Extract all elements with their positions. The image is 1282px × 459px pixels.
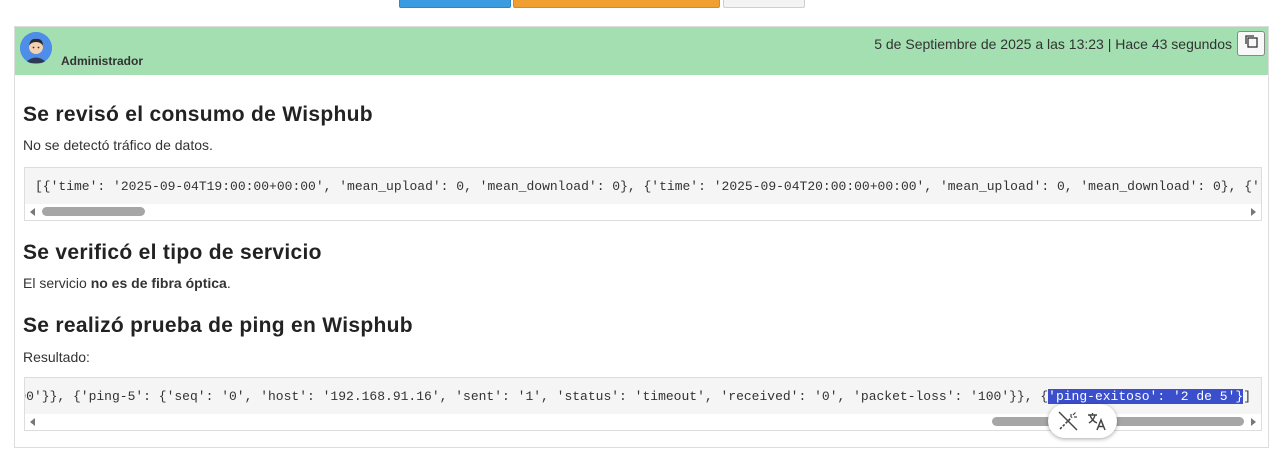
ping-code-selected: 'ping-exitoso': '2 de 5'} (1048, 389, 1244, 404)
comment-card: Administrador 5 de Septiembre de 2025 a … (14, 26, 1269, 448)
scroll-thumb[interactable] (42, 207, 145, 216)
magic-wand-icon[interactable] (1057, 410, 1079, 432)
author-name: Administrador (61, 54, 144, 68)
avatar-icon (20, 32, 52, 64)
top-button-warning[interactable] (513, 0, 720, 8)
copy-button[interactable] (1237, 31, 1265, 56)
section-text-ping: Resultado: (23, 349, 90, 365)
scroll-thumb[interactable] (992, 417, 1244, 426)
code-text-ping: 00'}}, {'ping-5': {'seq': '0', 'host': '… (24, 389, 1251, 404)
section-text-servicio: El servicio no es de fibra óptica. (23, 275, 231, 291)
ping-code-before: 00'}}, {'ping-5': {'seq': '0', 'host': '… (24, 389, 1049, 404)
top-button-primary[interactable] (399, 0, 511, 8)
translate-icon[interactable] (1086, 410, 1108, 432)
section-title-servicio: Se verificó el tipo de servicio (23, 241, 322, 264)
code-text-consumo: [{'time': '2025-09-04T19:00:00+00:00', '… (35, 179, 1262, 194)
code-block-consumo[interactable]: [{'time': '2025-09-04T19:00:00+00:00', '… (24, 167, 1262, 221)
ping-code-after: ] (1243, 389, 1251, 404)
servicio-text-before: El servicio (23, 275, 91, 291)
section-title-consumo: Se revisó el consumo de Wisphub (23, 103, 373, 126)
top-button-default[interactable] (723, 0, 805, 8)
servicio-text-after: . (226, 275, 231, 291)
scroll-left-icon[interactable] (30, 418, 35, 426)
scroll-left-icon[interactable] (30, 208, 35, 216)
section-text-consumo: No se detectó tráfico de datos. (23, 137, 213, 153)
servicio-text-bold: no es de fibra óptica (90, 275, 227, 291)
section-title-ping: Se realizó prueba de ping en Wisphub (23, 314, 413, 337)
selection-popup (1048, 404, 1117, 438)
scroll-right-icon[interactable] (1251, 418, 1256, 426)
comment-header: Administrador 5 de Septiembre de 2025 a … (15, 27, 1268, 75)
scroll-right-icon[interactable] (1251, 208, 1256, 216)
copy-icon (1244, 34, 1258, 53)
comment-timestamp: 5 de Septiembre de 2025 a las 13:23 | Ha… (874, 36, 1232, 52)
horizontal-scrollbar-consumo[interactable] (25, 204, 1261, 220)
